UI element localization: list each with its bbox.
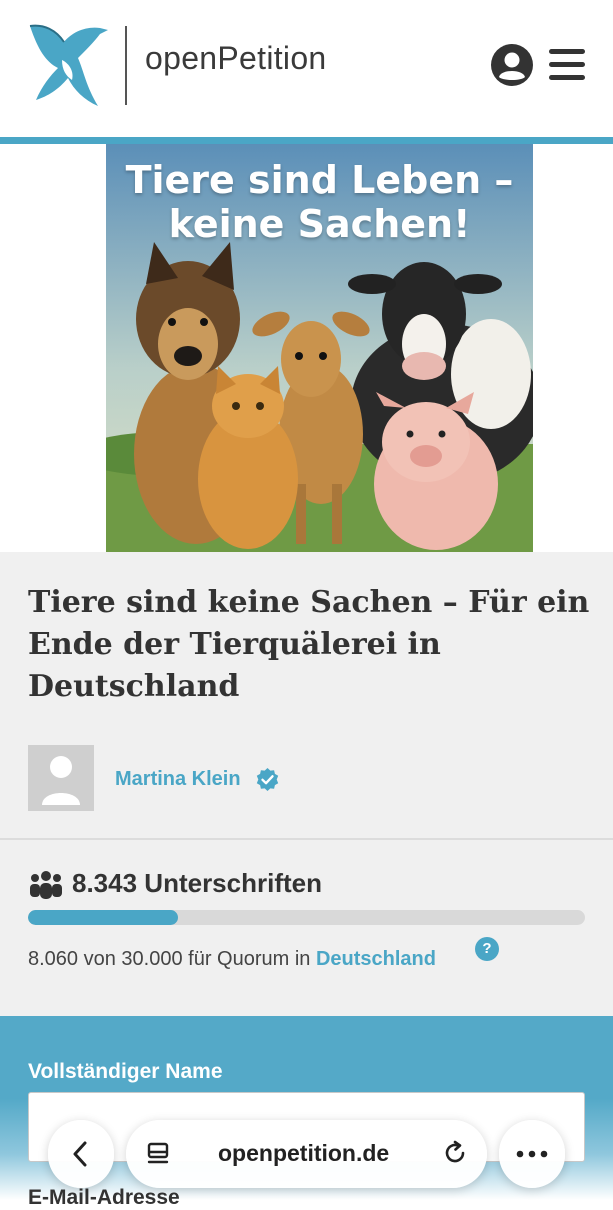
url-text[interactable]: openpetition.de [218, 1140, 389, 1167]
verified-badge-icon [256, 768, 279, 791]
more-button[interactable] [499, 1120, 565, 1188]
petition-image: Tiere sind Leben – keine Sachen! [106, 144, 533, 552]
petition-title: Tiere sind keine Sachen – Für ein Ende d… [28, 585, 590, 704]
back-button[interactable] [48, 1120, 114, 1188]
account-icon [499, 52, 525, 80]
signature-progress-bar [28, 910, 585, 925]
progress-fill [28, 910, 179, 925]
logo-text[interactable]: openPetition [145, 40, 327, 77]
address-bar[interactable]: openpetition.de [126, 1120, 487, 1188]
bird-logo-icon[interactable] [26, 20, 110, 110]
quorum-prefix: 8.060 von 30.000 für Quorum in [28, 948, 316, 970]
author-name[interactable]: Martina Klein [115, 768, 241, 791]
image-headline: Tiere sind Leben – keine Sachen! [125, 158, 514, 246]
email-field-label: E-Mail-Adresse [28, 1186, 180, 1209]
back-icon [73, 1141, 87, 1167]
site-header: openPetition [0, 0, 613, 137]
header-accent-bar [0, 137, 613, 144]
tabs-icon[interactable] [146, 1141, 172, 1167]
user-placeholder-icon [42, 756, 80, 805]
petition-summary: Tiere sind keine Sachen – Für ein Ende d… [0, 552, 613, 1016]
section-divider [0, 838, 613, 840]
reload-icon[interactable] [442, 1140, 468, 1166]
hamburger-menu-icon[interactable] [549, 49, 585, 81]
avatar[interactable] [28, 745, 94, 811]
help-icon[interactable]: ? [475, 937, 499, 961]
more-icon [516, 1150, 548, 1158]
quorum-region-link[interactable]: Deutschland [316, 948, 436, 970]
name-field-label: Vollständiger Name [28, 1060, 223, 1083]
signature-count: 8.343 Unterschriften [72, 868, 322, 898]
people-group-icon [30, 871, 62, 899]
quorum-text: 8.060 von 30.000 für Quorum in Deutschla… [28, 948, 436, 971]
logo-divider [125, 26, 127, 105]
account-button[interactable] [491, 44, 533, 86]
